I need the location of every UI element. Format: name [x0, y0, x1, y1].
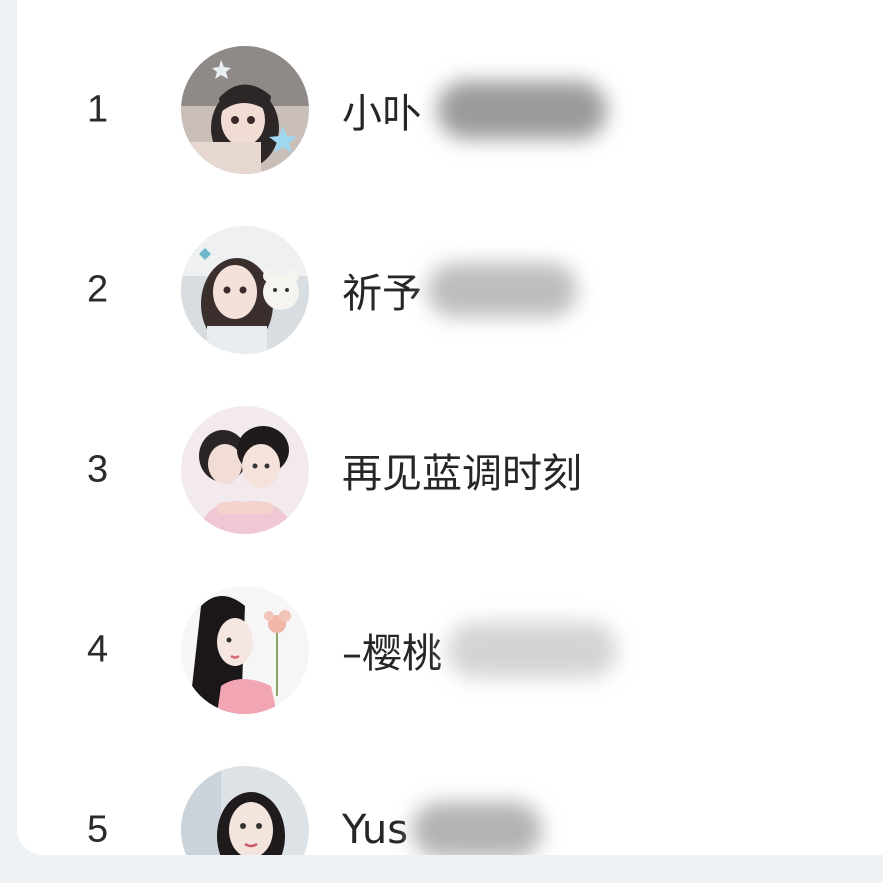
rank-number: 1: [87, 88, 109, 131]
user-name: 祈予: [342, 271, 422, 317]
user-name: –樱桃: [342, 631, 442, 677]
list-item[interactable]: 5 Yus: [17, 740, 883, 855]
user-name: 小卟: [342, 91, 422, 137]
avatar-girl-flower-icon[interactable]: [181, 586, 309, 714]
list-item[interactable]: 1 小卟: [17, 20, 883, 200]
ranking-list: 1 小卟 2 祈予 3 再见蓝调时刻 4 –樱桃 5 Yus: [17, 0, 883, 855]
redaction-blur: [437, 81, 607, 139]
user-name: 再见蓝调时刻: [342, 451, 582, 497]
rank-number: 4: [87, 628, 109, 671]
redaction-blur: [412, 802, 542, 855]
rank-number: 3: [87, 448, 109, 491]
avatar-girl-portrait-icon[interactable]: [181, 766, 309, 855]
avatar-couple-icon[interactable]: [181, 406, 309, 534]
list-item[interactable]: 4 –樱桃: [17, 560, 883, 740]
redaction-blur: [447, 622, 617, 678]
avatar-girl-star-icon[interactable]: [181, 46, 309, 174]
redaction-blur: [427, 263, 577, 317]
list-item[interactable]: 3 再见蓝调时刻: [17, 380, 883, 560]
rank-number: 2: [87, 268, 109, 311]
avatar-girl-bear-icon[interactable]: [181, 226, 309, 354]
user-name: Yus: [342, 807, 409, 853]
list-item[interactable]: 2 祈予: [17, 200, 883, 380]
rank-number: 5: [87, 808, 109, 851]
